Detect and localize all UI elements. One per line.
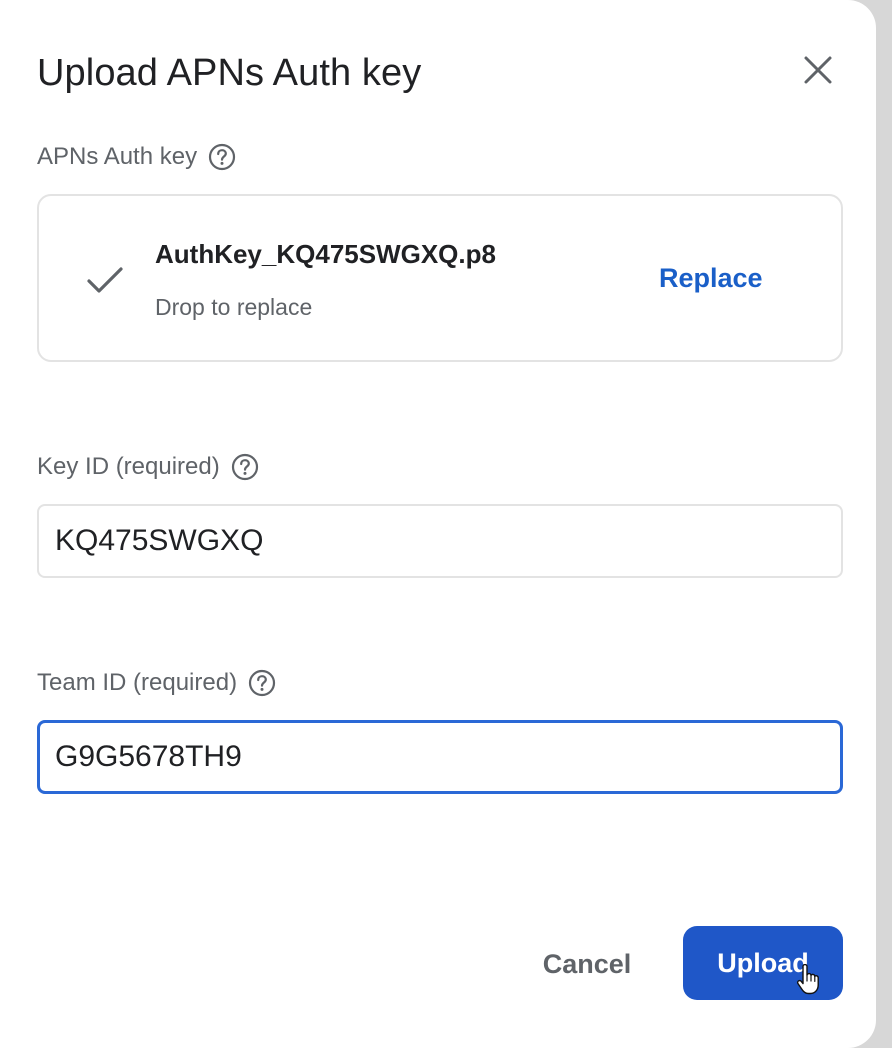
close-icon <box>804 56 832 84</box>
team-id-label: Team ID (required) <box>37 669 238 696</box>
upload-apns-dialog: Upload APNs Auth key APNs Auth key AuthK… <box>0 0 876 1048</box>
checkmark-icon <box>87 267 123 293</box>
drop-hint: Drop to replace <box>155 294 313 320</box>
key-id-label-row: Key ID (required) <box>37 452 260 482</box>
auth-key-help-icon[interactable] <box>207 142 237 172</box>
upload-button[interactable]: Upload <box>683 926 843 1000</box>
auth-key-dropzone[interactable]: AuthKey_KQ475SWGXQ.p8 Drop to replace Re… <box>37 194 843 362</box>
key-id-input[interactable] <box>37 504 843 578</box>
replace-button[interactable]: Replace <box>659 260 763 296</box>
cancel-button[interactable]: Cancel <box>520 928 654 1000</box>
uploaded-file-name: AuthKey_KQ475SWGXQ.p8 <box>155 239 496 269</box>
close-button[interactable] <box>794 46 842 94</box>
auth-key-label: APNs Auth key <box>37 143 198 170</box>
team-id-label-row: Team ID (required) <box>37 668 277 698</box>
team-id-input[interactable] <box>37 720 843 794</box>
key-id-help-icon[interactable] <box>230 452 260 482</box>
dialog-title: Upload APNs Auth key <box>37 52 422 94</box>
key-id-label: Key ID (required) <box>37 453 220 480</box>
team-id-help-icon[interactable] <box>247 668 277 698</box>
auth-key-label-row: APNs Auth key <box>37 142 237 172</box>
